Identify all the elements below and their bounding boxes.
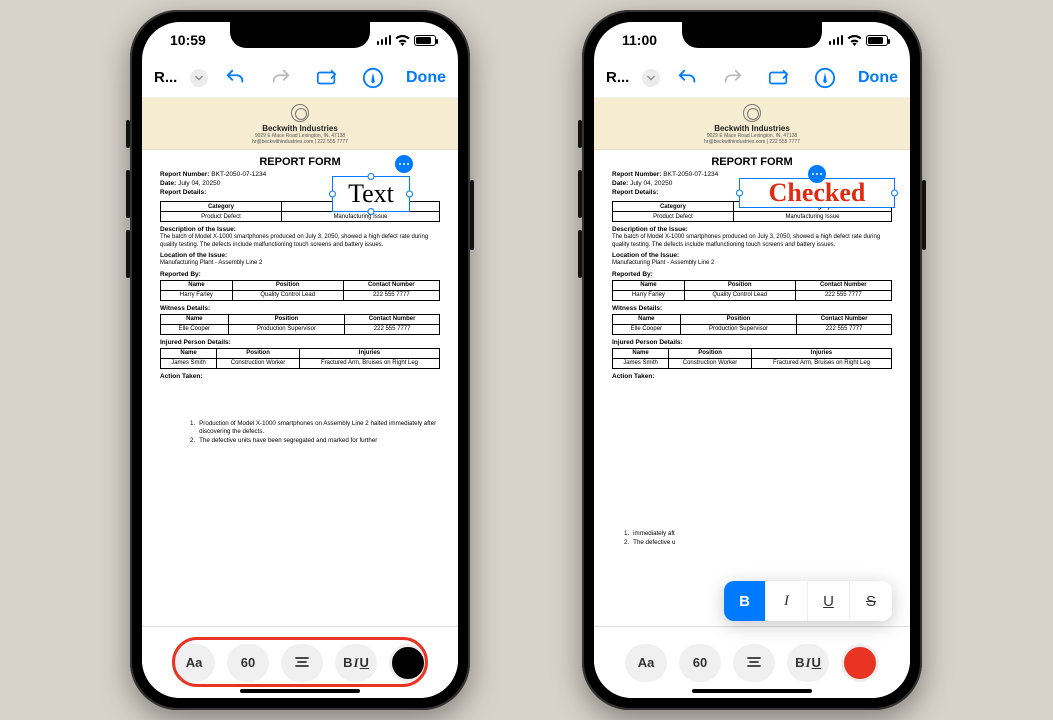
undo-button[interactable]	[224, 67, 246, 89]
annotation-text[interactable]: Text	[348, 179, 394, 209]
home-indicator[interactable]	[692, 689, 812, 693]
text-toolbar: Aa 60 BIU	[142, 626, 458, 698]
redo-button[interactable]	[722, 67, 744, 89]
italic-button[interactable]: I	[766, 581, 808, 621]
reporter-table: NamePositionContact Number Harry FarleyQ…	[160, 280, 440, 301]
annotation-more-button[interactable]	[395, 155, 413, 173]
status-time: 10:59	[170, 32, 206, 48]
undo-button[interactable]	[676, 67, 698, 89]
document-area[interactable]: Beckwith Industries 9029 E Mace Road Lex…	[142, 98, 458, 626]
document-area[interactable]: Beckwith Industries 9029 E Mace Road Lex…	[594, 98, 910, 626]
wifi-icon	[847, 35, 862, 46]
company-name: Beckwith Industries	[594, 124, 910, 133]
style-popup: B I U S	[724, 581, 892, 621]
phone-right: 11:00 R... Done Beckwith Industries 9	[582, 10, 922, 710]
annotation-more-button[interactable]	[808, 165, 826, 183]
pen-tool-button[interactable]	[362, 67, 384, 89]
text-toolbar: B I U S Aa 60 BIU	[594, 626, 910, 698]
align-button[interactable]	[281, 644, 323, 682]
size-button[interactable]: 60	[679, 644, 721, 682]
company-contact: hr@beckwithindustries.com | 222 555 7777	[142, 139, 458, 145]
markup-tools-button[interactable]	[768, 67, 790, 89]
text-annotation-box[interactable]: Text	[332, 176, 410, 212]
battery-icon	[414, 35, 436, 46]
signal-icon	[377, 35, 392, 45]
wifi-icon	[395, 35, 410, 46]
injury-table: NamePositionInjuries James SmithConstruc…	[612, 348, 892, 369]
align-button[interactable]	[733, 644, 775, 682]
home-indicator[interactable]	[240, 689, 360, 693]
signal-icon	[829, 35, 844, 45]
nav-bar: R... Done	[594, 58, 910, 98]
nav-dropdown-button[interactable]	[642, 69, 660, 87]
color-button[interactable]	[841, 644, 879, 682]
redo-button[interactable]	[270, 67, 292, 89]
style-button[interactable]: BIU	[787, 644, 829, 682]
font-button[interactable]: Aa	[625, 644, 667, 682]
company-logo	[291, 104, 309, 122]
phone-left: 10:59 R... Done Beckwith Industries 9	[130, 10, 470, 710]
company-logo	[743, 104, 761, 122]
strikethrough-button[interactable]: S	[850, 581, 892, 621]
text-annotation-box[interactable]: Checked	[739, 178, 895, 208]
done-button[interactable]: Done	[400, 69, 446, 87]
witness-table: NamePositionContact Number Elle CooperPr…	[612, 314, 892, 335]
list-partial: 1.immediately aft 2.The defective u	[612, 529, 675, 548]
nav-title: R...	[606, 69, 630, 86]
bold-button[interactable]: B	[724, 581, 766, 621]
font-button[interactable]: Aa	[173, 644, 215, 682]
form-title: REPORT FORM	[594, 150, 910, 170]
done-button[interactable]: Done	[852, 69, 898, 87]
style-button[interactable]: BIU	[335, 644, 377, 682]
company-name: Beckwith Industries	[142, 124, 458, 133]
notch	[682, 22, 822, 48]
notch	[230, 22, 370, 48]
injury-table: NamePositionInjuries James SmithConstruc…	[160, 348, 440, 369]
underline-button[interactable]: U	[808, 581, 850, 621]
nav-title: R...	[154, 69, 178, 86]
nav-bar: R... Done	[142, 58, 458, 98]
pen-tool-button[interactable]	[814, 67, 836, 89]
company-contact: hr@beckwithindustries.com | 222 555 7777	[594, 139, 910, 145]
markup-tools-button[interactable]	[316, 67, 338, 89]
color-button[interactable]	[389, 644, 427, 682]
reporter-table: NamePositionContact Number Harry FarleyQ…	[612, 280, 892, 301]
battery-icon	[866, 35, 888, 46]
witness-table: NamePositionContact Number Elle CooperPr…	[160, 314, 440, 335]
nav-dropdown-button[interactable]	[190, 69, 208, 87]
size-button[interactable]: 60	[227, 644, 269, 682]
status-time: 11:00	[622, 32, 657, 48]
